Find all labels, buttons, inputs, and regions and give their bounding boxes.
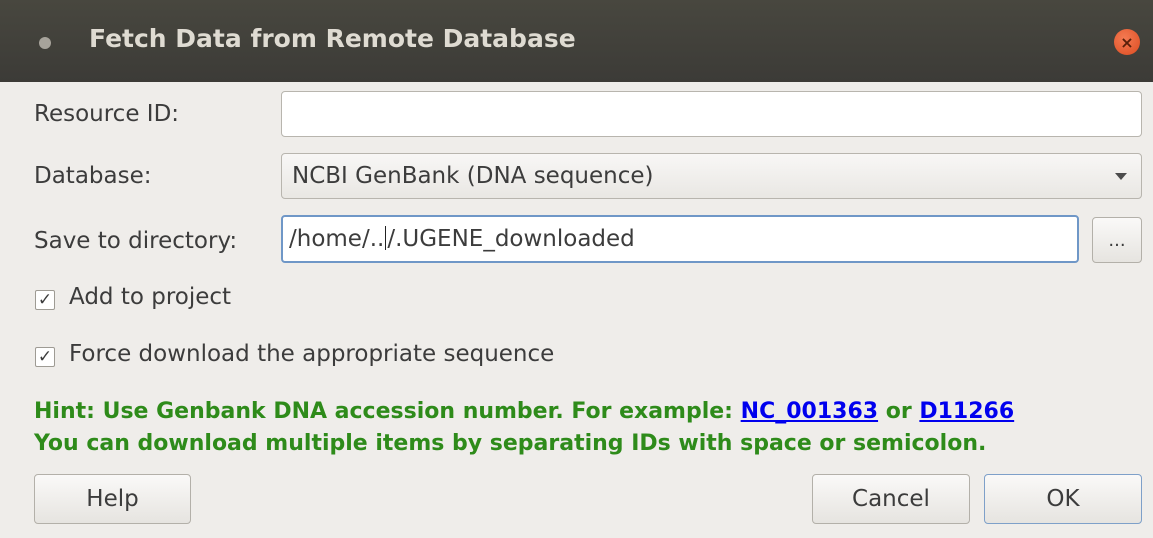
save-directory-value: /home/../.UGENE_downloaded	[289, 226, 635, 252]
resource-id-label: Resource ID:	[34, 101, 180, 127]
example-link-d11266[interactable]: D11266	[919, 399, 1014, 424]
help-button[interactable]: Help	[34, 474, 191, 524]
cancel-button[interactable]: Cancel	[812, 474, 970, 524]
force-download-label[interactable]: Force download the appropriate sequence	[69, 341, 554, 367]
window-menu-icon[interactable]	[39, 37, 51, 49]
resource-id-input[interactable]	[281, 91, 1142, 137]
add-to-project-label[interactable]: Add to project	[69, 284, 231, 310]
hint-line-1: Hint: Use Genbank DNA accession number. …	[34, 399, 1014, 424]
close-icon[interactable]: ×	[1114, 29, 1140, 55]
database-select[interactable]: NCBI GenBank (DNA sequence)	[281, 153, 1142, 199]
hint-text: Hint: Use Genbank DNA accession number. …	[34, 399, 741, 424]
ok-button[interactable]: OK	[984, 474, 1142, 524]
save-directory-label: Save to directory:	[34, 228, 238, 254]
hint-line-2: You can download multiple items by separ…	[34, 431, 987, 456]
example-link-nc001363[interactable]: NC_001363	[741, 399, 878, 424]
database-label: Database:	[34, 163, 152, 189]
database-select-value: NCBI GenBank (DNA sequence)	[292, 163, 654, 189]
browse-button[interactable]: ...	[1092, 217, 1142, 263]
force-download-checkbox[interactable]: ✓	[35, 347, 55, 367]
add-to-project-checkbox[interactable]: ✓	[35, 290, 55, 310]
window-title: Fetch Data from Remote Database	[89, 24, 576, 53]
save-directory-input[interactable]: /home/../.UGENE_downloaded	[281, 215, 1079, 263]
title-bar: Fetch Data from Remote Database ×	[0, 0, 1153, 82]
chevron-down-icon	[1115, 173, 1127, 180]
hint-or-text: or	[878, 399, 920, 424]
